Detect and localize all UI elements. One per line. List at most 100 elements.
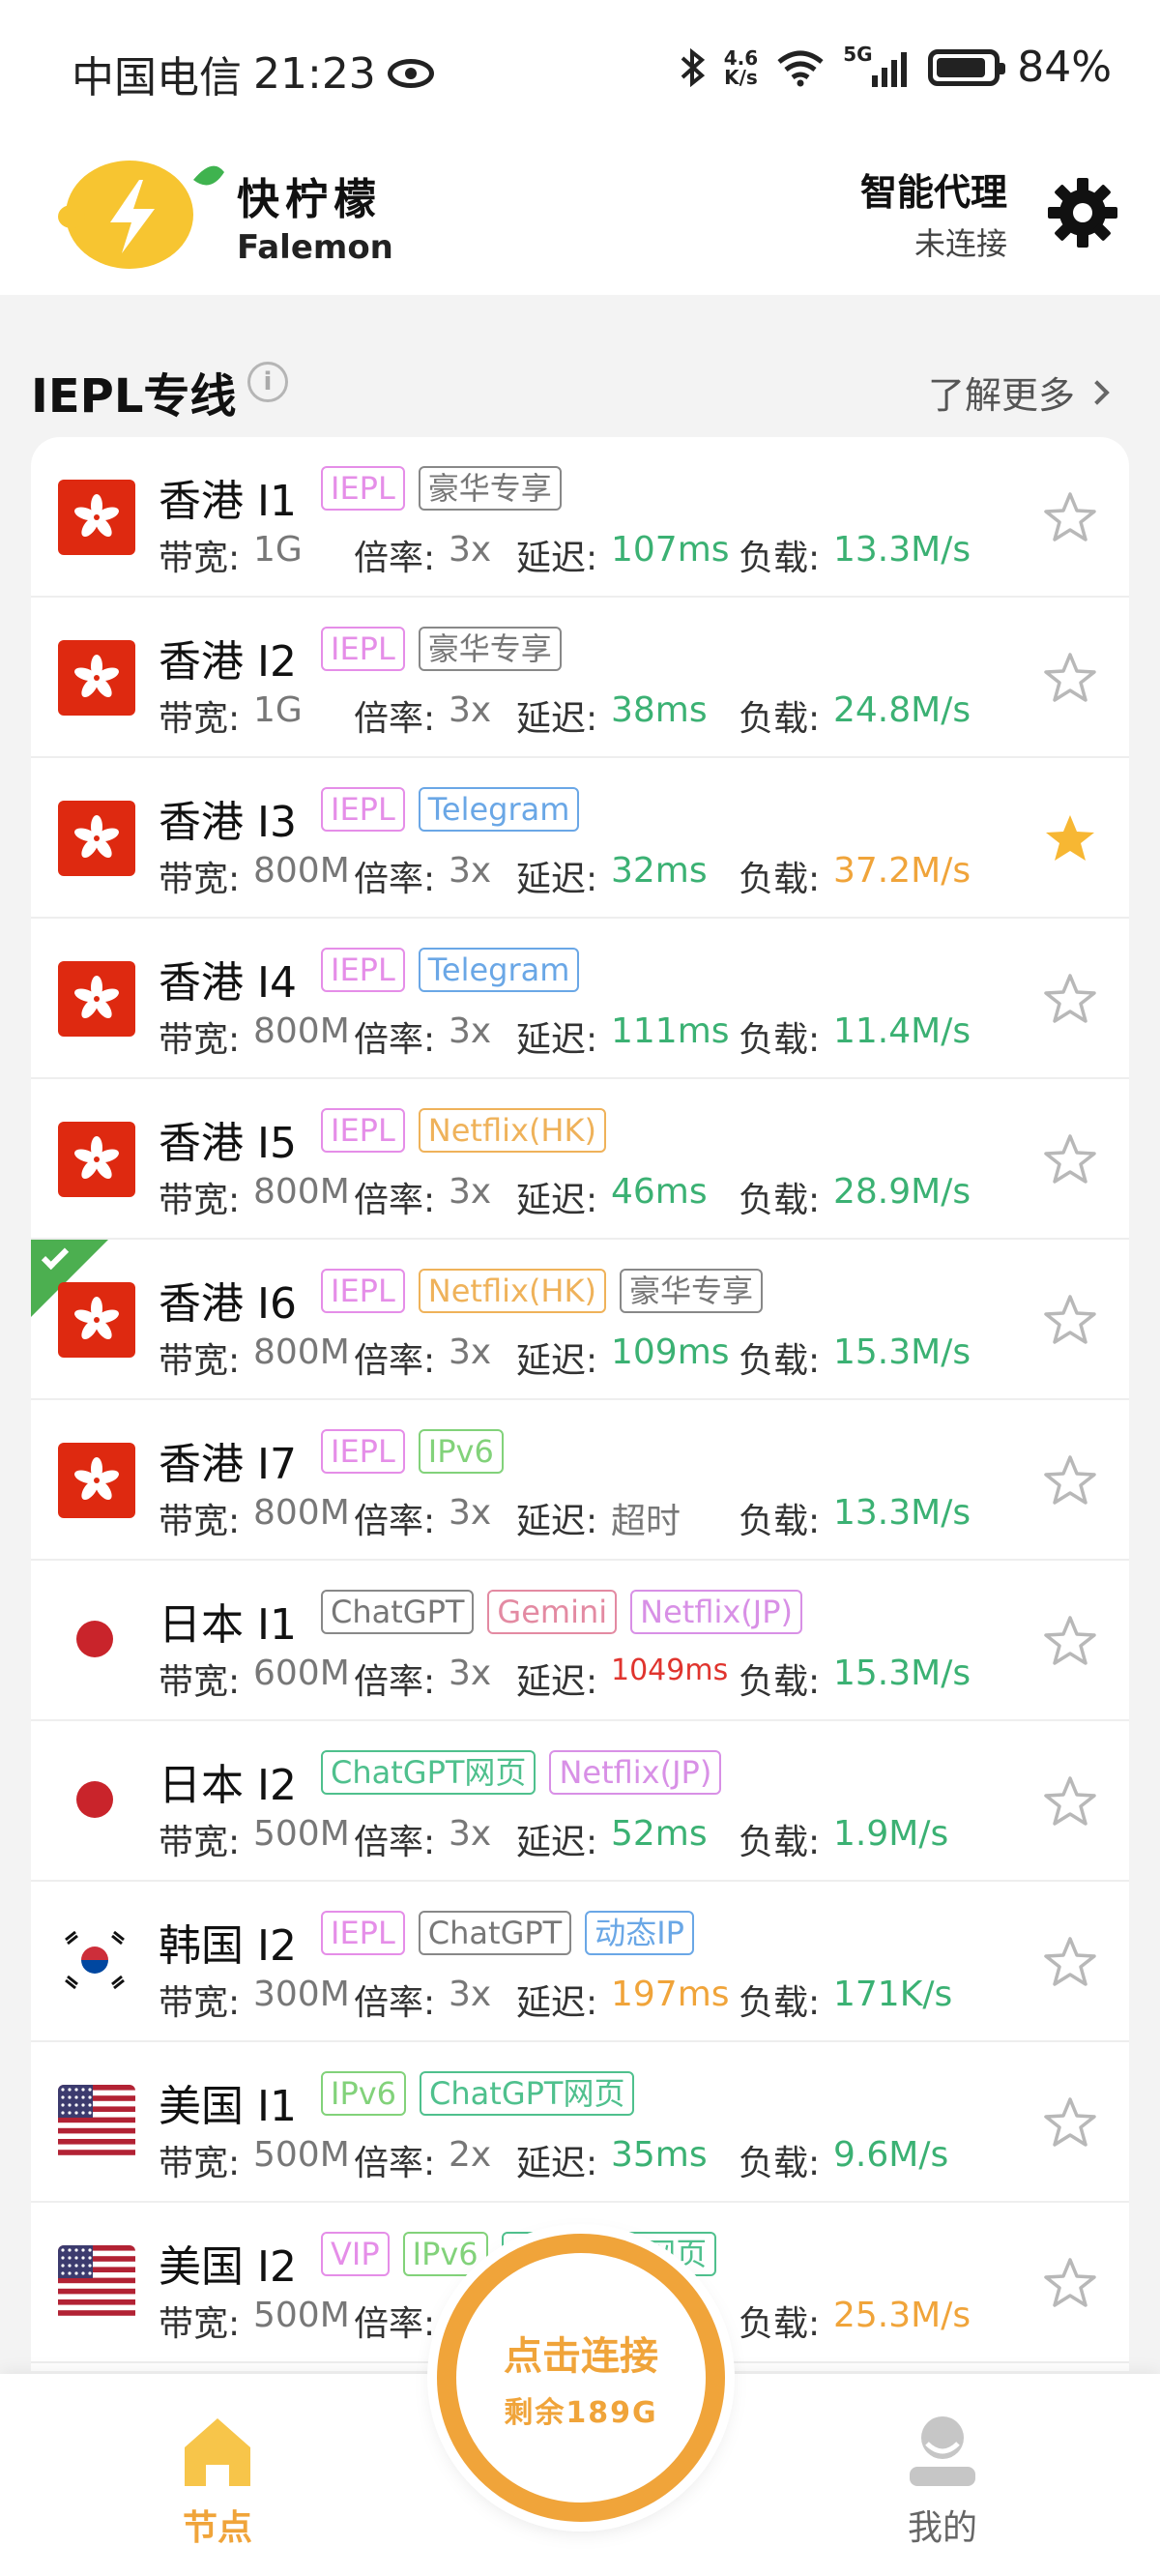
latency-value: 109ms	[611, 1332, 730, 1372]
server-tags: IEPL Netflix(HK)	[321, 1108, 606, 1153]
bandwidth-label: 带宽:	[159, 2144, 241, 2183]
nav-tab-me[interactable]: 我的	[899, 2413, 986, 2550]
bandwidth-label: 带宽:	[159, 1341, 241, 1381]
bandwidth-value: 800M	[253, 1011, 350, 1051]
star-filled-icon[interactable]	[1044, 812, 1096, 864]
rate-label: 倍率:	[354, 1823, 436, 1862]
star-icon[interactable]	[1044, 973, 1096, 1025]
load-label: 负载:	[739, 1502, 821, 1541]
info-icon[interactable]: i	[247, 362, 288, 402]
load-label: 负载:	[739, 539, 821, 578]
flag-hk-icon	[58, 480, 135, 555]
load-value: 15.3M/s	[833, 1332, 972, 1372]
status-left: 中国电信 21:23	[72, 43, 434, 104]
star-icon[interactable]	[1044, 1454, 1096, 1507]
load-value: 13.3M/s	[833, 530, 972, 570]
latency-value: 32ms	[611, 851, 708, 891]
server-tags: ChatGPT网页 Netflix(JP)	[321, 1750, 722, 1795]
connect-title: 点击连接	[504, 2334, 658, 2379]
server-tags: IEPL IPv6	[321, 1429, 504, 1474]
server-tag: ChatGPT	[321, 1590, 475, 1634]
server-row[interactable]: 香港 I3 IEPL Telegram 带宽: 800M 倍率: 3x 延迟: 32ms 负载: 3…	[31, 758, 1129, 919]
proxy-mode[interactable]: 智能代理 未连接	[860, 162, 1007, 264]
server-row[interactable]: 香港 I7 IEPL IPv6 带宽: 800M 倍率: 3x 延迟: 超时 负载: 13.3M/s	[31, 1400, 1129, 1561]
latency-value: 38ms	[611, 690, 708, 730]
server-tags: IEPL ChatGPT 动态IP	[321, 1911, 694, 1955]
bandwidth-label: 带宽:	[159, 1502, 241, 1541]
load-label: 负载:	[739, 2304, 821, 2344]
star-icon[interactable]	[1044, 2257, 1096, 2309]
server-tag: IPv6	[321, 2071, 407, 2116]
nav-tab-nodes[interactable]: 节点	[174, 2413, 261, 2550]
star-icon[interactable]	[1044, 1936, 1096, 1988]
gear-icon[interactable]	[1046, 176, 1119, 249]
server-row[interactable]: 香港 I2 IEPL 豪华专享 带宽: 1G 倍率: 3x 延迟: 38ms 负载: 24.8M/s	[31, 598, 1129, 758]
signal-5g: 5G	[843, 43, 911, 87]
flag-us-icon	[58, 2245, 135, 2321]
bandwidth-value: 300M	[253, 1975, 350, 2014]
nav-label-nodes: 节点	[182, 2508, 252, 2548]
learn-more-link[interactable]: 了解更多	[928, 366, 1110, 419]
server-row[interactable]: 日本 I1 ChatGPT Gemini Netflix(JP) 带宽: 600M 倍率: 3…	[31, 1561, 1129, 1721]
star-icon[interactable]	[1044, 1294, 1096, 1346]
nav-label-me: 我的	[907, 2508, 977, 2548]
latency-label: 延迟:	[516, 1502, 598, 1541]
load-label: 负载:	[739, 860, 821, 899]
load-label: 负载:	[739, 2144, 821, 2183]
star-icon[interactable]	[1044, 491, 1096, 543]
server-name: 美国 I1	[159, 2082, 297, 2131]
remaining-data: 剩余189G	[504, 2396, 658, 2430]
brand-cn: 快柠檬	[237, 175, 382, 224]
bandwidth-value: 1G	[253, 530, 303, 570]
server-name: 香港 I6	[159, 1279, 297, 1329]
load-value: 25.3M/s	[833, 2296, 972, 2335]
bandwidth-label: 带宽:	[159, 699, 241, 739]
server-row[interactable]: 香港 I6 IEPL Netflix(HK) 豪华专享 带宽: 800M 倍率: 3x 延迟: 1…	[31, 1240, 1129, 1400]
star-icon[interactable]	[1044, 1615, 1096, 1667]
rate-label: 倍率:	[354, 539, 436, 578]
rate-value: 3x	[449, 1011, 492, 1051]
server-tag: IEPL	[321, 466, 405, 511]
load-value: 171K/s	[833, 1975, 953, 2014]
server-tag: IPv6	[402, 2232, 488, 2276]
rate-label: 倍率:	[354, 1502, 436, 1541]
bluetooth-icon	[681, 47, 705, 87]
load-value: 11.4M/s	[833, 1011, 972, 1051]
flag-hk-icon	[58, 640, 135, 716]
load-label: 负载:	[739, 1662, 821, 1702]
bandwidth-value: 800M	[253, 1172, 350, 1212]
star-icon[interactable]	[1044, 2096, 1096, 2149]
server-row[interactable]: 香港 I1 IEPL 豪华专享 带宽: 1G 倍率: 3x 延迟: 107ms 负载: 13.3M/…	[31, 437, 1129, 598]
star-icon[interactable]	[1044, 652, 1096, 704]
server-row[interactable]: 韩国 I2 IEPL ChatGPT 动态IP 带宽: 300M 倍率: 3x 延迟: 197ms…	[31, 1882, 1129, 2042]
app-header: 快柠檬 Falemon 智能代理 未连接	[0, 135, 1160, 295]
home-icon	[185, 2418, 250, 2486]
connect-button[interactable]: 点击连接 剩余189G	[437, 2234, 725, 2522]
proxy-title: 智能代理	[859, 171, 1007, 214]
flag-kr-icon	[58, 1924, 135, 2000]
server-tag: Telegram	[418, 948, 580, 992]
server-tag: Netflix(HK)	[418, 1108, 606, 1153]
network-type: 5G	[843, 42, 873, 66]
load-value: 28.9M/s	[833, 1172, 972, 1212]
rate-label: 倍率:	[354, 2144, 436, 2183]
bandwidth-value: 800M	[253, 1332, 350, 1372]
load-value: 15.3M/s	[833, 1654, 972, 1693]
server-row[interactable]: 美国 I1 IPv6 ChatGPT网页 带宽: 500M 倍率: 2x 延迟: 35ms 负载:…	[31, 2042, 1129, 2203]
server-tag: 豪华专享	[418, 627, 562, 671]
server-row[interactable]: 香港 I4 IEPL Telegram 带宽: 800M 倍率: 3x 延迟: 111ms 负载:…	[31, 919, 1129, 1079]
server-row[interactable]: 日本 I2 ChatGPT网页 Netflix(JP) 带宽: 500M 倍率: 3x 延迟:…	[31, 1721, 1129, 1882]
rate-value: 3x	[449, 851, 492, 891]
latency-label: 延迟:	[516, 1181, 598, 1220]
server-tag: Telegram	[418, 787, 580, 832]
star-icon[interactable]	[1044, 1133, 1096, 1186]
star-icon[interactable]	[1044, 1775, 1096, 1828]
server-name: 香港 I2	[159, 637, 297, 687]
latency-value: 111ms	[611, 1011, 730, 1051]
server-row[interactable]: 香港 I5 IEPL Netflix(HK) 带宽: 800M 倍率: 3x 延迟: 46ms 负…	[31, 1079, 1129, 1240]
bandwidth-label: 带宽:	[159, 1020, 241, 1060]
flag-hk-icon	[58, 1122, 135, 1197]
server-tag: 豪华专享	[418, 466, 562, 511]
latency-value: 52ms	[611, 1814, 708, 1854]
latency-label: 延迟:	[516, 1020, 598, 1060]
